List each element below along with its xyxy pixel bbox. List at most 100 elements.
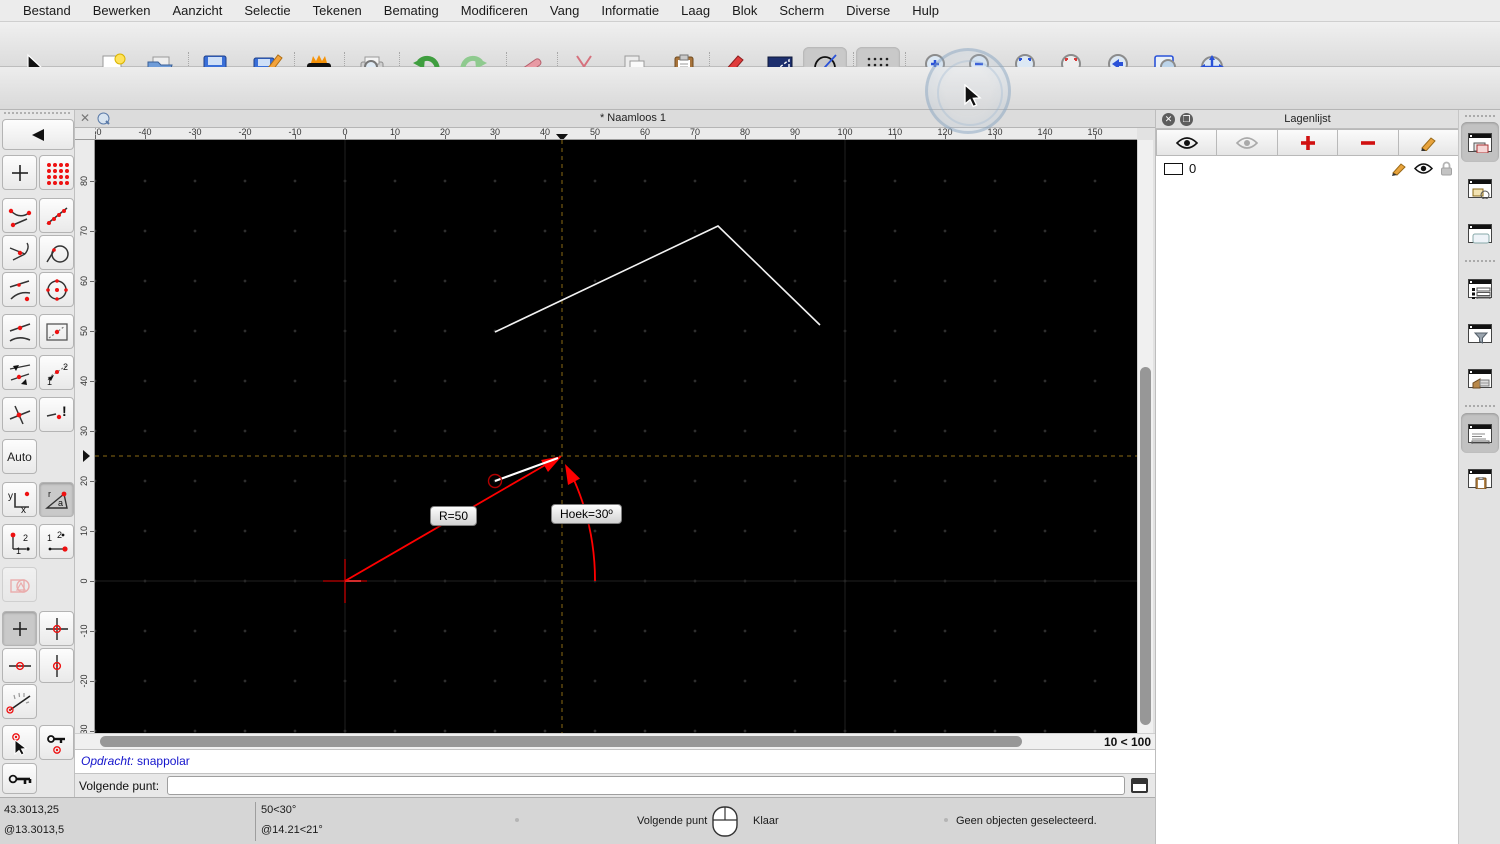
menu-blok[interactable]: Blok <box>721 3 768 18</box>
grid-spacing-status: 10 < 100 <box>1103 735 1151 749</box>
lock-button[interactable] <box>2 763 37 794</box>
snap-grid-button[interactable] <box>39 155 74 190</box>
perpendicular-icon <box>9 242 29 261</box>
snap-auto-button[interactable] <box>2 272 37 307</box>
menu-diverse[interactable]: Diverse <box>835 3 901 18</box>
distance-manual-icon: 12 <box>47 362 68 386</box>
coordinate-polar-button[interactable]: ra <box>39 482 74 517</box>
remove-layer-button[interactable] <box>1338 129 1399 156</box>
snap-free-button[interactable] <box>2 155 37 190</box>
snap-distance-manual-button[interactable]: 12 <box>39 355 74 390</box>
main-toolbar: SVG + + <box>0 22 1500 87</box>
menu-aanzicht[interactable]: Aanzicht <box>162 3 234 18</box>
polar-angle-arrowhead <box>565 464 580 485</box>
library-browser-dock-icon <box>1468 368 1492 388</box>
angle-rays-icon <box>5 692 30 714</box>
command-history-command: snappolar <box>137 754 190 768</box>
menu-scherm[interactable]: Scherm <box>768 3 835 18</box>
set-relative-zero-button[interactable] <box>2 725 37 760</box>
relative-xy-icon: 12 <box>10 532 30 555</box>
document-tab-bar: ✕ * Naamloos 1 <box>75 110 1155 128</box>
snap-intersection-button[interactable] <box>2 397 37 432</box>
snap-perpendicular-button[interactable] <box>2 235 37 270</box>
show-all-layers-button[interactable] <box>1156 129 1218 156</box>
hide-all-layers-button[interactable] <box>1217 129 1278 156</box>
svg-text:1: 1 <box>47 533 52 543</box>
menu-vang[interactable]: Vang <box>539 3 590 18</box>
menu-laag[interactable]: Laag <box>670 3 721 18</box>
restrict-off-button[interactable] <box>2 611 37 646</box>
coordinate-cartesian-button[interactable]: yx <box>2 482 37 517</box>
menu-bestand[interactable]: Bestand <box>12 3 82 18</box>
restrict-orthogonal-button[interactable] <box>39 611 74 646</box>
layer-color-swatch[interactable] <box>1164 162 1183 175</box>
layer-list-dock-button[interactable] <box>1461 122 1499 162</box>
block-list-dock-button[interactable] <box>1461 168 1499 208</box>
snap-intersection-manual-button[interactable]: ! <box>39 397 74 432</box>
lock-relative-zero-button[interactable] <box>39 725 74 760</box>
horizontal-scrollbar-thumb[interactable] <box>100 736 1022 747</box>
menu-hulp[interactable]: Hulp <box>901 3 950 18</box>
snap-center-button[interactable] <box>39 272 74 307</box>
edit-layer-button[interactable] <box>1398 129 1460 156</box>
vertical-scrollbar-thumb[interactable] <box>1140 367 1151 725</box>
svg-text:2: 2 <box>63 362 68 372</box>
drawing-canvas[interactable]: R=50 Hoek=30º <box>95 140 1137 733</box>
menu-modificeren[interactable]: Modificeren <box>450 3 539 18</box>
property-editor-dock-button[interactable] <box>1461 268 1499 308</box>
command-window-toggle-icon[interactable] <box>1131 778 1148 793</box>
layer-edit-pencil-icon[interactable] <box>1391 162 1407 176</box>
snap-distance-button[interactable] <box>2 355 37 390</box>
menu-selectie[interactable]: Selectie <box>233 3 301 18</box>
snap-auto-label: Auto <box>7 449 32 464</box>
palette-drag-handle[interactable] <box>4 112 70 116</box>
snap-angle-button[interactable] <box>2 684 37 719</box>
command-input[interactable] <box>167 776 1125 795</box>
restrict-vertical-button[interactable] <box>39 648 74 683</box>
minus-icon <box>1360 140 1375 145</box>
command-line-dock-button[interactable] <box>1461 413 1499 453</box>
add-layer-button[interactable] <box>1277 129 1339 156</box>
restrict-orthogonal-icon <box>45 617 68 640</box>
v-ruler-label: 0 <box>79 578 89 584</box>
sidebar-drag-handle[interactable] <box>1465 115 1495 117</box>
menu-bewerken[interactable]: Bewerken <box>82 3 162 18</box>
v-ruler-label: 60 <box>79 276 89 287</box>
back-button[interactable] <box>2 119 74 150</box>
drawn-polyline-entity[interactable] <box>494 225 821 333</box>
relative-cartesian-button[interactable]: 12 <box>2 524 37 559</box>
snap-auto-mode-button[interactable]: Auto <box>2 439 37 474</box>
snap-reference-button[interactable] <box>39 314 74 349</box>
library-browser-dock-button[interactable] <box>1461 358 1499 398</box>
relative-polar-button[interactable]: 12 <box>39 524 74 559</box>
view-list-dock-button[interactable] <box>1461 213 1499 253</box>
svg-text:1: 1 <box>16 546 21 555</box>
document-title: * Naamloos 1 <box>599 112 667 124</box>
layer-panel-header: ✕ ❐ Lagenlijst <box>1156 110 1459 129</box>
snap-middle-button[interactable] <box>2 314 37 349</box>
layer-visible-eye-icon[interactable] <box>1414 162 1433 175</box>
snap-endpoints-button[interactable] <box>2 198 37 233</box>
restrict-nothing-icon <box>12 621 27 636</box>
status-separator-dot <box>515 818 519 822</box>
layer-lock-icon[interactable] <box>1440 161 1453 176</box>
v-ruler-label: -30 <box>79 724 89 734</box>
eye-closed-icon <box>1236 136 1259 149</box>
menu-tekenen[interactable]: Tekenen <box>302 3 373 18</box>
v-ruler-label: -10 <box>79 624 89 638</box>
menu-informatie[interactable]: Informatie <box>590 3 670 18</box>
restrict-horizontal-button[interactable] <box>2 648 37 683</box>
layer-row[interactable]: 0 <box>1156 158 1459 179</box>
menu-bemating[interactable]: Bemating <box>373 3 450 18</box>
command-history: Opdracht: snappolar <box>75 749 1155 773</box>
layer-panel-toolbar <box>1156 129 1460 156</box>
selection-filter-dock-button[interactable] <box>1461 313 1499 353</box>
snap-on-entity-button[interactable] <box>39 198 74 233</box>
snap-tangent-button[interactable] <box>39 235 74 270</box>
drawing-content <box>95 140 1137 733</box>
svg-text:a: a <box>58 498 63 508</box>
pencil-icon <box>1421 136 1437 151</box>
clipboard-dock-button[interactable] <box>1461 458 1499 498</box>
mouse-icon <box>712 806 738 837</box>
svg-text:!: ! <box>62 403 67 419</box>
